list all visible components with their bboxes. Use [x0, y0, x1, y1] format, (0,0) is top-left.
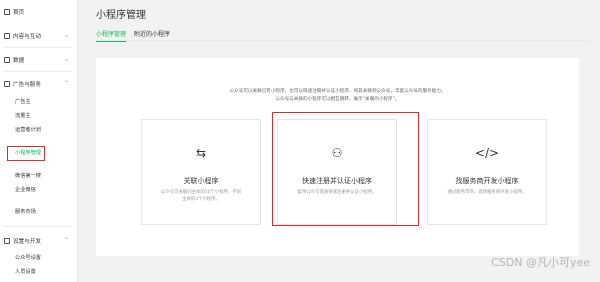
- sidebar-subitem-operator-plan[interactable]: 运营者计划: [15, 126, 41, 135]
- sidebar-item-label: 设置与开发: [13, 239, 41, 245]
- sidebar-subitem-market[interactable]: 服务市场: [15, 208, 36, 217]
- watermark: CSDN @凡小可yee: [491, 256, 590, 269]
- card-find-developer[interactable]: </> 找服务商开发小程序 通过服务市场，选择服务商开发小程序。: [427, 119, 547, 225]
- page-title: 小程序管理: [96, 10, 146, 21]
- chevron-down-icon: ⌄: [63, 32, 69, 39]
- sidebar-subitem-search[interactable]: 微信第一搜: [15, 172, 41, 181]
- sidebar-item-label: 首页: [13, 10, 25, 16]
- sidebar-subitem-staff-settings[interactable]: 人员设置: [15, 268, 36, 277]
- home-icon: [4, 9, 10, 15]
- sidebar-item-data[interactable]: 数据 ⌄: [4, 55, 71, 65]
- divider: [3, 47, 71, 48]
- divider: [3, 226, 71, 227]
- sidebar-item-home[interactable]: 首页: [4, 7, 71, 17]
- card-description: 公众号可关联同主体的10个小程序，不同主体的3个小程序。: [160, 190, 242, 202]
- sidebar-subitem-account-settings[interactable]: 公众号设置: [15, 254, 41, 263]
- card-title: 找服务商开发小程序: [455, 177, 519, 185]
- code-icon: </>: [474, 146, 500, 160]
- divider: [3, 71, 71, 72]
- sidebar: 首页 内容与互动 ⌄ 数据 ⌄ 广告与服务 ⌃ 广告主 流量主 运营者计划 小程…: [0, 0, 78, 282]
- sidebar-subitem-advertiser[interactable]: 广告主: [15, 98, 31, 107]
- data-icon: [4, 57, 10, 63]
- sidebar-item-label: 内容与互动: [13, 34, 41, 40]
- chevron-up-icon: ⌃: [63, 80, 69, 87]
- sidebar-item-settings[interactable]: 设置与开发 ⌃: [4, 236, 71, 246]
- intro-line: 公众号可以关联已有小程序，也可以快速注册并认证小程序，将其关联到公众号，丰富公众…: [229, 89, 446, 94]
- content-icon: [4, 33, 10, 39]
- ad-icon: [4, 81, 10, 87]
- sidebar-item-label: 数据: [13, 58, 25, 64]
- swap-arrows-icon: ⇆: [195, 146, 207, 160]
- intro-text: 公众号可以关联已有小程序，也可以快速注册并认证小程序，将其关联到公众号，丰富公众…: [96, 88, 579, 103]
- tab-underline-divider: [96, 40, 588, 41]
- card-link-miniprogram[interactable]: ⇆ 关联小程序 公众号可关联同主体的10个小程序，不同主体的3个小程序。: [141, 119, 261, 225]
- card-highlight-box: [272, 112, 419, 226]
- sidebar-item-content[interactable]: 内容与互动 ⌄: [4, 31, 71, 41]
- chevron-up-icon: ⌃: [63, 237, 69, 244]
- intro-line: 公众号与关联的小程序可以相互跳转，展示“关联的小程序”。: [275, 96, 400, 102]
- sidebar-subitem-enterprise[interactable]: 企业微信: [15, 186, 36, 195]
- settings-icon: [4, 238, 10, 244]
- card-title: 关联小程序: [183, 177, 219, 185]
- sidebar-item-ads[interactable]: 广告与服务 ⌃: [4, 79, 71, 89]
- selection-highlight: [7, 146, 45, 161]
- sidebar-item-label: 广告与服务: [13, 82, 41, 88]
- sidebar-subitem-traffic[interactable]: 流量主: [15, 112, 31, 121]
- chevron-down-icon: ⌄: [63, 56, 69, 63]
- card-description: 通过服务市场，选择服务商开发小程序。: [447, 190, 527, 195]
